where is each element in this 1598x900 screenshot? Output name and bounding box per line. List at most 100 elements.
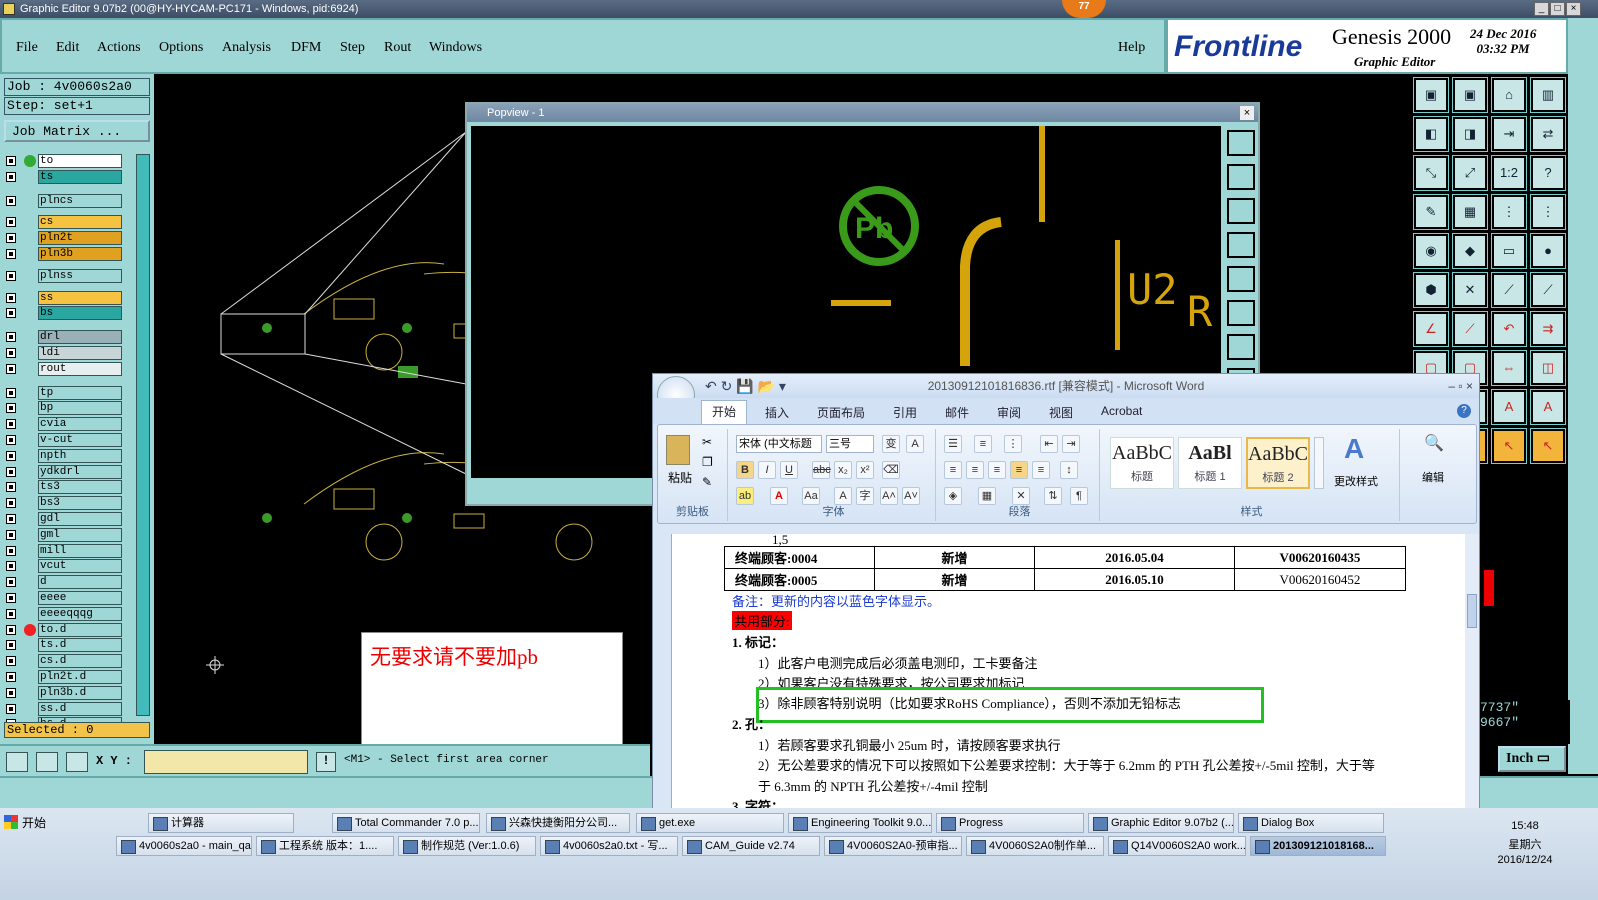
- start-button[interactable]: 开始: [4, 814, 46, 831]
- layer-checkbox[interactable]: [6, 561, 16, 572]
- xy-input[interactable]: [144, 750, 308, 774]
- align-left-icon[interactable]: ≡: [944, 461, 962, 479]
- layer-name[interactable]: ts.d: [38, 638, 122, 653]
- minimize-button[interactable]: _: [1534, 2, 1549, 16]
- taskbar-item[interactable]: 4V0060S2A0制作单...: [966, 836, 1104, 856]
- popview-close-button[interactable]: ×: [1240, 106, 1254, 120]
- taskbar-item[interactable]: Engineering Toolkit 9.0...: [788, 813, 932, 833]
- layer-row[interactable]: d: [4, 575, 122, 590]
- style-heading1[interactable]: AaBl 标题 1: [1178, 437, 1242, 489]
- layer-name[interactable]: ts: [38, 169, 122, 184]
- layer-row[interactable]: pln3b: [4, 247, 122, 261]
- quick-access-toolbar[interactable]: ↶ ↻ 💾 📂 ▾: [705, 374, 786, 398]
- distribute-icon[interactable]: ≡: [1032, 461, 1050, 479]
- decrease-indent-icon[interactable]: ⇤: [1040, 435, 1058, 453]
- change-styles-icon[interactable]: A: [1344, 433, 1364, 465]
- word-window[interactable]: ↶ ↻ 💾 📂 ▾ 20130912101816836.rtf [兼容模式] -…: [652, 373, 1480, 810]
- layer-name[interactable]: ts3: [38, 480, 122, 495]
- layer-row[interactable]: to: [4, 154, 122, 168]
- style-title[interactable]: AaBbC 标题: [1110, 437, 1174, 489]
- layer-row[interactable]: bs: [4, 306, 122, 321]
- tool-button[interactable]: ⇉: [1530, 311, 1566, 347]
- tool-button[interactable]: ⟋: [1452, 311, 1488, 347]
- tool-button[interactable]: ◨: [1452, 116, 1488, 152]
- tool-button[interactable]: ↖: [1491, 428, 1527, 464]
- tool-button[interactable]: ▣: [1413, 77, 1449, 113]
- numbering-icon[interactable]: ≡: [974, 435, 992, 453]
- layer-name[interactable]: mill: [38, 543, 122, 558]
- layer-checkbox[interactable]: [6, 608, 16, 619]
- popview-tool-button[interactable]: [1227, 232, 1255, 258]
- layer-row[interactable]: eeee: [4, 591, 122, 605]
- tool-button[interactable]: ⌂: [1491, 77, 1527, 113]
- job-matrix-button[interactable]: Job Matrix ...: [4, 120, 150, 142]
- layer-checkbox[interactable]: [6, 529, 16, 540]
- layer-row[interactable]: bs3: [4, 496, 122, 511]
- info-button[interactable]: !: [316, 752, 336, 772]
- layer-name[interactable]: bs3: [38, 496, 122, 511]
- layer-row[interactable]: to.d: [4, 622, 122, 637]
- document-scrollbar[interactable]: [1465, 534, 1479, 810]
- layer-row[interactable]: mill: [4, 543, 122, 558]
- clear-format-icon[interactable]: ⌫: [882, 461, 900, 479]
- layer-name[interactable]: plncs: [38, 193, 122, 208]
- tab-acrobat[interactable]: Acrobat: [1101, 404, 1142, 418]
- tab-mailings[interactable]: 邮件: [945, 404, 969, 421]
- tool-button[interactable]: ⬢: [1413, 272, 1449, 308]
- align-right-icon[interactable]: ≡: [988, 461, 1006, 479]
- menu-actions[interactable]: Actions: [97, 40, 141, 56]
- layer-row[interactable]: cs: [4, 215, 122, 230]
- tab-page-layout[interactable]: 页面布局: [817, 404, 865, 421]
- menu-options[interactable]: Options: [159, 40, 203, 56]
- word-window-controls[interactable]: – ▫ ×: [1448, 374, 1473, 398]
- menu-edit[interactable]: Edit: [56, 40, 79, 56]
- layer-checkbox[interactable]: [6, 195, 16, 206]
- layer-row[interactable]: ss.d: [4, 701, 122, 716]
- layer-checkbox[interactable]: [6, 482, 16, 493]
- menu-dfm[interactable]: DFM: [291, 40, 321, 56]
- tab-view[interactable]: 视图: [1049, 404, 1073, 421]
- layer-checkbox[interactable]: [6, 156, 16, 166]
- layer-checkbox[interactable]: [6, 233, 16, 244]
- layer-name[interactable]: ss.d: [38, 701, 122, 716]
- tab-home[interactable]: 开始: [701, 400, 748, 424]
- layer-name[interactable]: npth: [38, 448, 122, 463]
- layer-name[interactable]: pln2t: [38, 231, 122, 246]
- layer-checkbox[interactable]: [6, 348, 16, 358]
- menu-help[interactable]: Help: [1118, 40, 1145, 56]
- layer-name[interactable]: v-cut: [38, 433, 122, 447]
- help-icon[interactable]: ?: [1457, 404, 1471, 418]
- layer-name[interactable]: cs.d: [38, 654, 122, 669]
- copy-icon[interactable]: ❐: [702, 455, 713, 469]
- taskbar-item[interactable]: 4V0060S2A0-预审指...: [824, 836, 962, 856]
- phonetic-guide-icon[interactable]: 变: [882, 435, 900, 453]
- layer-checkbox[interactable]: [6, 593, 16, 603]
- layer-checkbox[interactable]: [6, 249, 16, 259]
- align-center-icon[interactable]: ≡: [966, 461, 984, 479]
- layer-checkbox[interactable]: [6, 363, 16, 374]
- layer-name[interactable]: eeeeqqqg: [38, 606, 122, 621]
- layer-name[interactable]: gml: [38, 527, 122, 542]
- layer-row[interactable]: ts3: [4, 480, 122, 495]
- line-spacing-icon[interactable]: ↕: [1060, 461, 1078, 479]
- layer-name[interactable]: tp: [38, 385, 122, 400]
- layer-row[interactable]: plncs: [4, 193, 122, 208]
- bullets-icon[interactable]: ☰: [944, 435, 962, 453]
- layer-name[interactable]: bp: [38, 401, 122, 416]
- layer-name[interactable]: gdl: [38, 512, 122, 526]
- tool-button[interactable]: ⟋: [1530, 272, 1566, 308]
- tool-button[interactable]: ⇔: [1491, 350, 1527, 386]
- layer-name[interactable]: ss: [38, 290, 122, 305]
- tool-button[interactable]: ?: [1530, 155, 1566, 191]
- tab-insert[interactable]: 插入: [765, 404, 789, 421]
- tool-button[interactable]: ◉: [1413, 233, 1449, 269]
- tool-button[interactable]: ◆: [1452, 233, 1488, 269]
- layer-name[interactable]: to.d: [38, 622, 122, 637]
- layer-checkbox[interactable]: [6, 270, 16, 281]
- taskbar-item-active[interactable]: 20130912101816​8...: [1250, 836, 1386, 856]
- layer-checkbox[interactable]: [6, 656, 16, 667]
- layer-name[interactable]: pln2t.d: [38, 670, 122, 684]
- tool-button[interactable]: ⋮: [1491, 194, 1527, 230]
- layer-row[interactable]: v-cut: [4, 433, 122, 447]
- layer-name[interactable]: rout: [38, 361, 122, 376]
